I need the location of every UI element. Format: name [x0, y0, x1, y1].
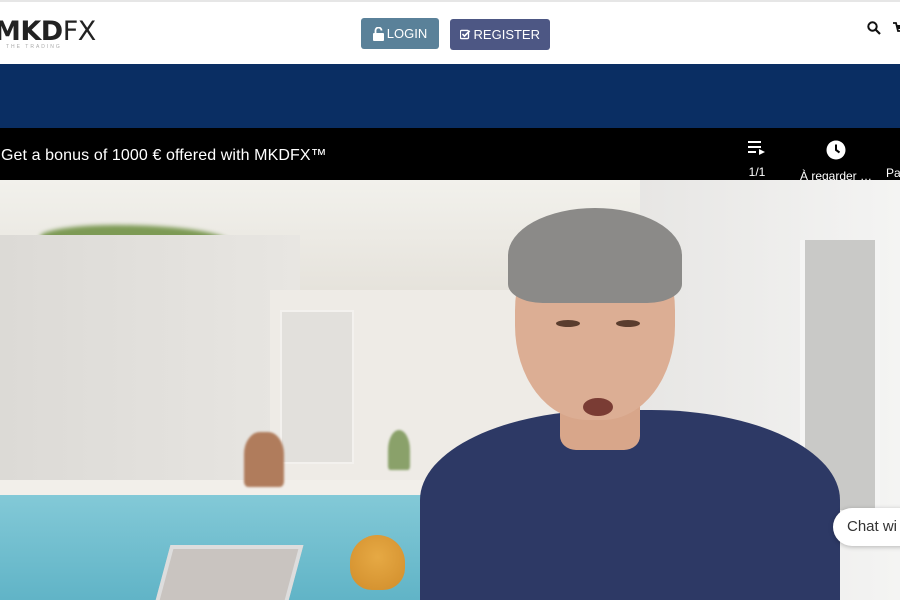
check-square-icon: [460, 29, 471, 40]
site-logo[interactable]: MKDFX: [0, 18, 96, 46]
video-header: Get a bonus of 1000 € offered with MKDFX…: [0, 128, 900, 183]
chat-label: Chat wi: [847, 518, 898, 535]
video-frame-laptop: [149, 545, 304, 600]
video-frame-cocktail: [350, 535, 405, 590]
playlist-count: 1/1: [748, 165, 766, 179]
logo-light-text: FX: [62, 16, 97, 47]
logo-bold-text: MKD: [0, 16, 63, 47]
presenter-eye-left: [556, 320, 580, 327]
lock-open-icon: [372, 26, 384, 41]
clock-icon: [826, 140, 846, 160]
video-title[interactable]: Get a bonus of 1000 € offered with MKDFX…: [1, 147, 327, 165]
watch-later-button[interactable]: À regarder …: [796, 140, 876, 183]
search-icon[interactable]: [867, 21, 881, 35]
playlist-icon: [748, 141, 765, 155]
site-header: MKDFX THE TRADING LOGIN REGISTER: [0, 0, 900, 64]
video-frame-door: [280, 310, 354, 464]
video-frame-plant: [388, 430, 410, 470]
presenter-hair: [508, 208, 682, 303]
cart-icon[interactable]: [893, 21, 900, 35]
register-button[interactable]: REGISTER: [450, 19, 550, 50]
presenter-mouth: [583, 398, 613, 416]
chat-widget-button[interactable]: Chat wi: [833, 508, 900, 546]
register-label: REGISTER: [473, 27, 540, 42]
playlist-button[interactable]: 1/1: [744, 140, 770, 179]
login-label: LOGIN: [386, 26, 428, 41]
video-player[interactable]: [0, 180, 900, 600]
share-label: Pa: [886, 166, 900, 180]
presenter-eye-right: [616, 320, 640, 327]
login-button[interactable]: LOGIN: [361, 18, 439, 49]
share-button[interactable]: Pa: [886, 140, 900, 180]
nav-band: [0, 64, 900, 128]
video-frame-background-person: [244, 432, 284, 487]
logo-tagline: THE TRADING: [6, 44, 62, 50]
